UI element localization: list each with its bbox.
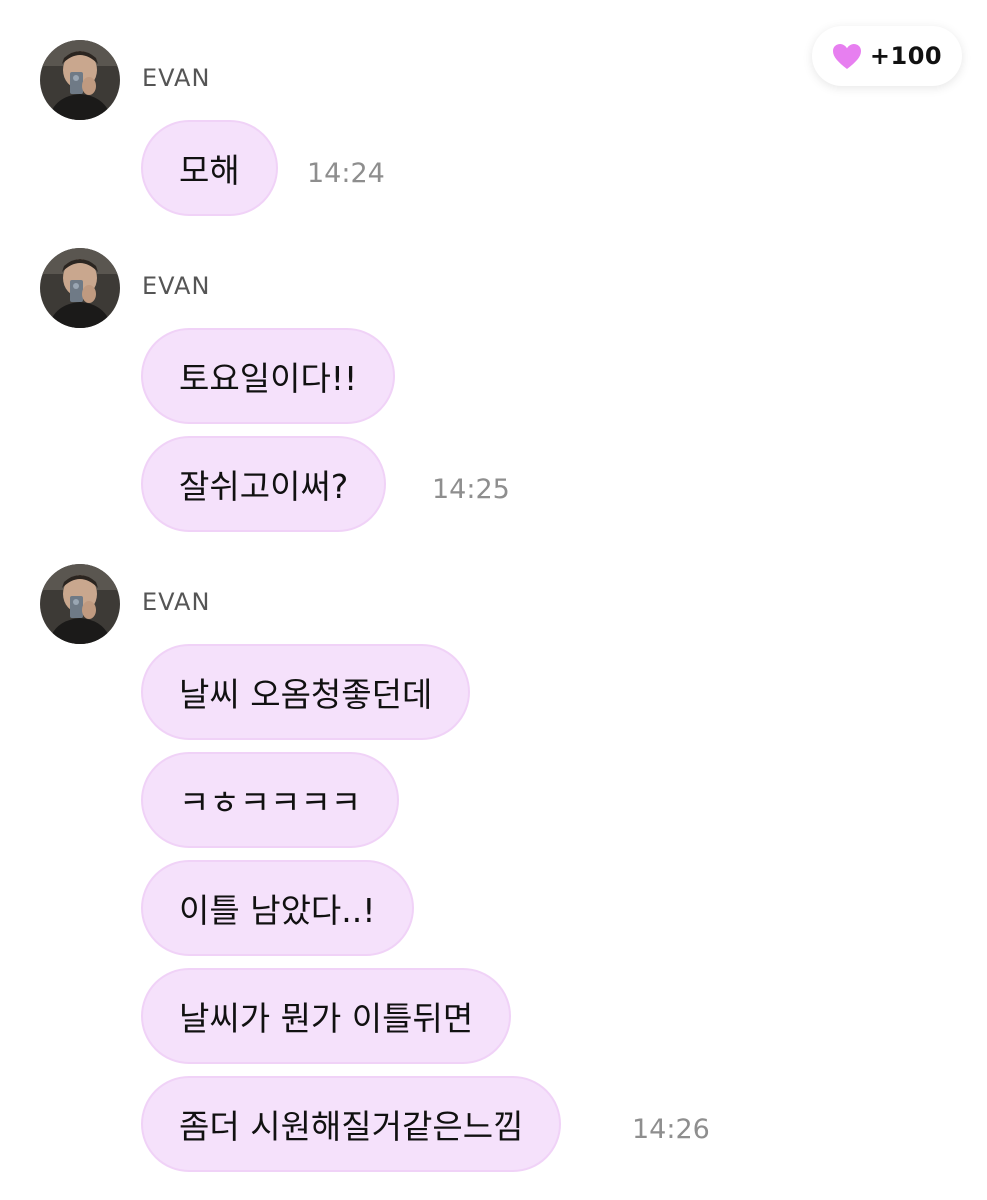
- chat-bubble[interactable]: 이틀 남았다..!: [141, 860, 414, 956]
- chat-bubble[interactable]: 좀더 시원해질거같은느낌: [141, 1076, 562, 1172]
- avatar[interactable]: [40, 40, 120, 120]
- chat-bubble[interactable]: ㅋㅎㅋㅋㅋㅋ: [141, 752, 400, 848]
- chat-bubble[interactable]: 날씨 오옴청좋던데: [141, 644, 471, 740]
- heart-icon: [832, 43, 862, 70]
- chat-bubble[interactable]: 모해: [141, 120, 278, 216]
- chat-bubble[interactable]: 잘쉬고이써?: [141, 436, 387, 532]
- avatar[interactable]: [40, 564, 120, 644]
- message-time: 14:25: [432, 474, 510, 505]
- sender-name: EVAN: [142, 272, 211, 300]
- hearts-badge[interactable]: +100: [812, 26, 962, 86]
- avatar[interactable]: [40, 248, 120, 328]
- sender-name: EVAN: [142, 64, 211, 92]
- sender-name: EVAN: [142, 588, 211, 616]
- message-time: 14:24: [307, 158, 385, 189]
- chat-bubble[interactable]: 날씨가 뭔가 이틀뒤면: [141, 968, 512, 1064]
- message-time: 14:26: [632, 1114, 710, 1145]
- hearts-count: +100: [869, 42, 943, 70]
- chat-bubble[interactable]: 토요일이다!!: [141, 328, 396, 424]
